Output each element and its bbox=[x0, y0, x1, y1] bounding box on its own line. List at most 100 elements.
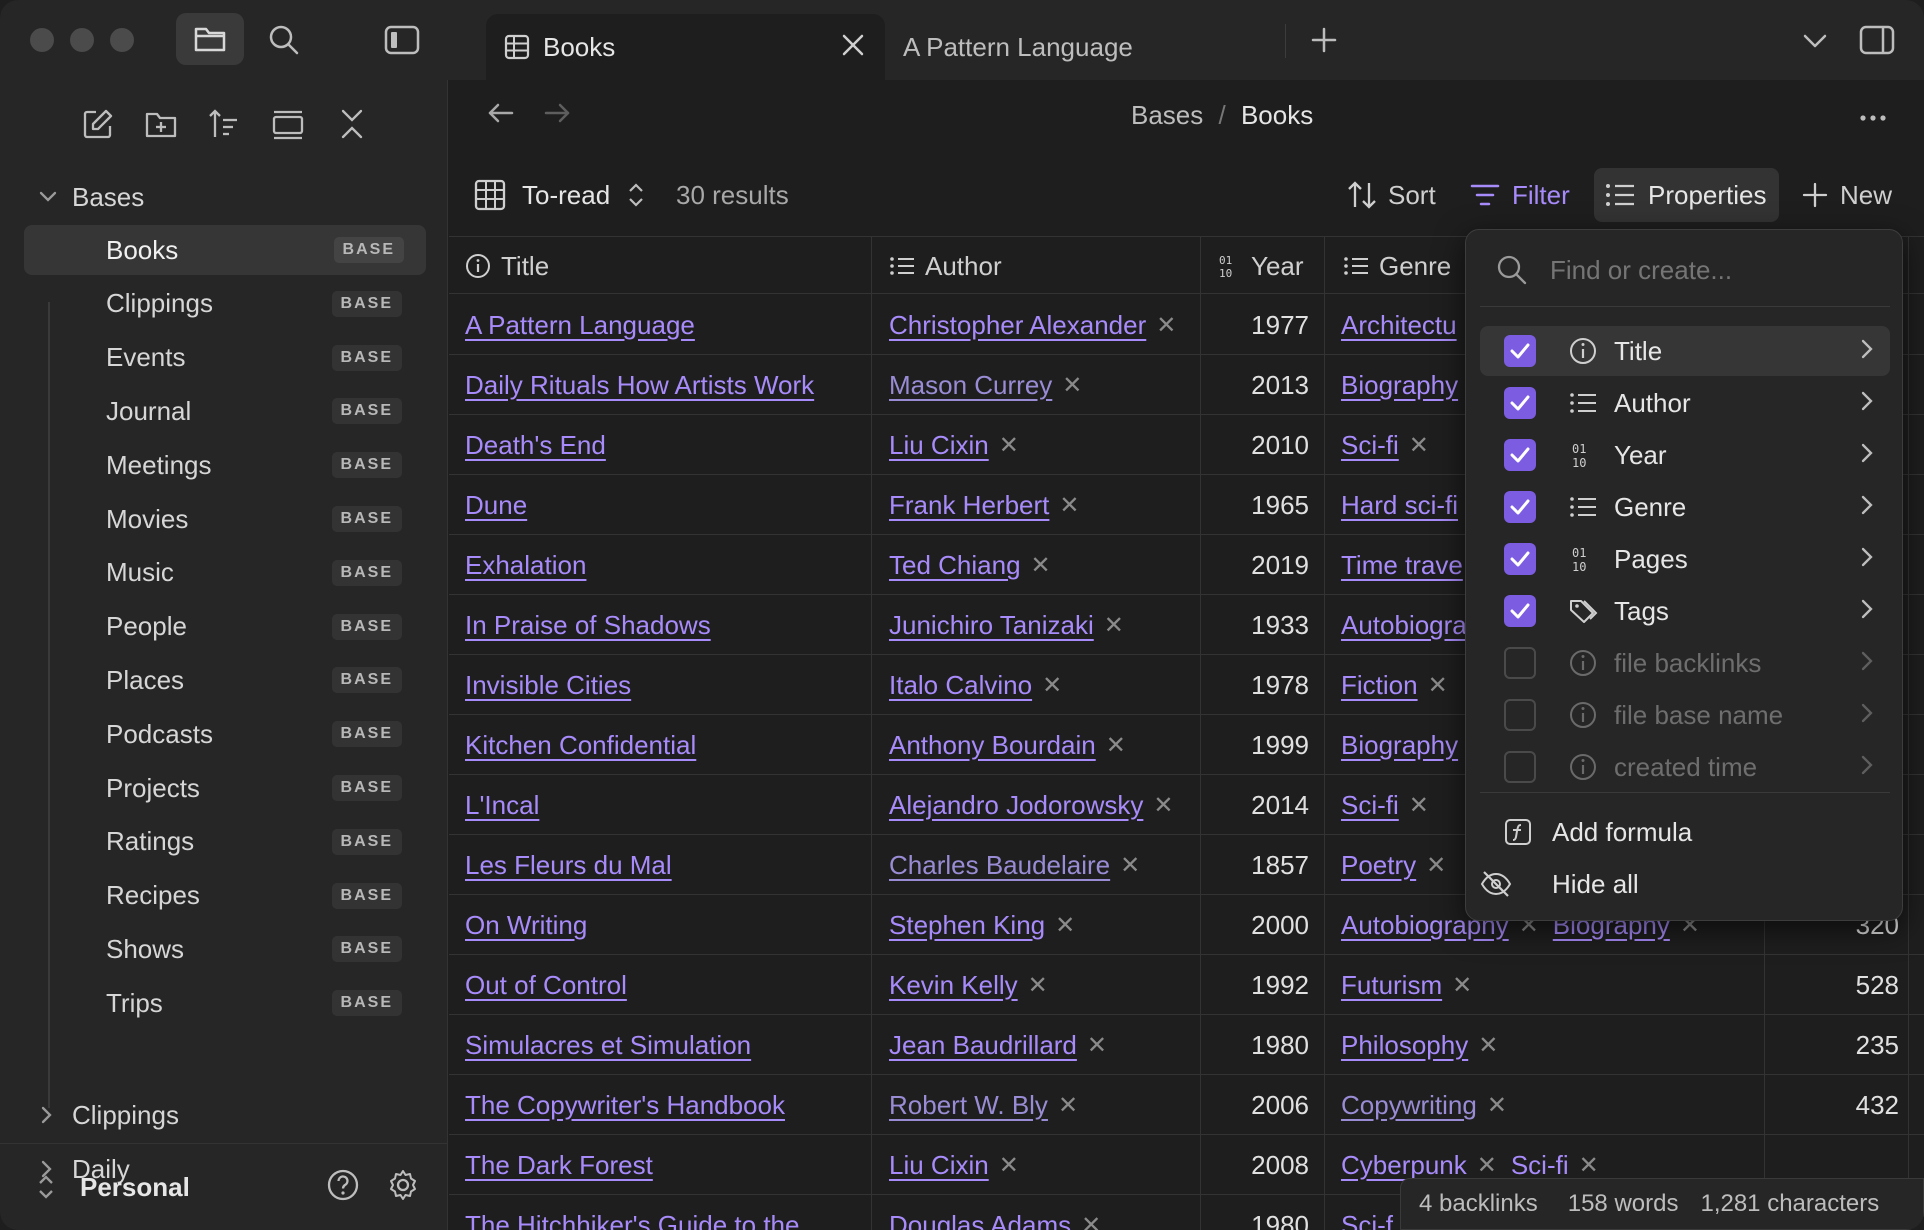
filter-button[interactable]: Filter bbox=[1470, 170, 1570, 220]
tab-a-pattern-language[interactable]: A Pattern Language bbox=[886, 14, 1286, 80]
column-author[interactable]: Author bbox=[889, 237, 1002, 295]
title-link[interactable]: The Copywriter's Handbook bbox=[465, 1090, 785, 1121]
settings-button[interactable] bbox=[386, 1168, 420, 1209]
toggle-right-sidebar-button[interactable] bbox=[1858, 22, 1896, 58]
chevron-right-icon[interactable] bbox=[1860, 596, 1874, 627]
title-link[interactable]: L'Incal bbox=[465, 790, 539, 821]
property-file-backlinks[interactable]: file backlinks bbox=[1480, 638, 1890, 688]
minimize-window-button[interactable] bbox=[70, 28, 94, 52]
author-link[interactable]: Jean Baudrillard bbox=[889, 1030, 1077, 1061]
author-link[interactable]: Ted Chiang bbox=[889, 550, 1021, 581]
sidebar-item-meetings[interactable]: Meetings BASE bbox=[0, 440, 448, 490]
author-link[interactable]: Christopher Alexander bbox=[889, 310, 1146, 341]
folder-bases[interactable]: Bases bbox=[0, 172, 448, 222]
author-link[interactable]: Liu Cixin bbox=[889, 1150, 989, 1181]
title-link[interactable]: Invisible Cities bbox=[465, 670, 631, 701]
close-window-button[interactable] bbox=[30, 28, 54, 52]
sort-button[interactable]: Sort bbox=[1346, 170, 1436, 220]
title-link[interactable]: In Praise of Shadows bbox=[465, 610, 711, 641]
property-checkbox[interactable] bbox=[1504, 751, 1536, 783]
genre-link[interactable]: Copywriting bbox=[1341, 1090, 1477, 1121]
title-link[interactable]: The Hitchhiker's Guide to the bbox=[465, 1210, 799, 1230]
property-checkbox[interactable] bbox=[1504, 387, 1536, 419]
add-formula-button[interactable]: Add formula bbox=[1480, 807, 1890, 857]
author-link[interactable]: Douglas Adams bbox=[889, 1210, 1071, 1230]
author-link[interactable]: Liu Cixin bbox=[889, 430, 989, 461]
remove-value-icon[interactable]: ✕ bbox=[1081, 1211, 1101, 1230]
sidebar-item-podcasts[interactable]: Podcasts BASE bbox=[0, 709, 448, 759]
author-link[interactable]: Anthony Bourdain bbox=[889, 730, 1096, 761]
genre-link[interactable]: Architectu bbox=[1341, 310, 1457, 341]
sidebar-item-trips[interactable]: Trips BASE bbox=[0, 978, 448, 1028]
tab-books[interactable]: Books bbox=[486, 14, 885, 80]
genre-link[interactable]: Biography bbox=[1341, 370, 1458, 401]
property-checkbox[interactable] bbox=[1504, 699, 1536, 731]
new-folder-button[interactable] bbox=[141, 104, 181, 144]
author-link[interactable]: Kevin Kelly bbox=[889, 970, 1018, 1001]
toggle-sidebar-button[interactable] bbox=[384, 22, 420, 58]
title-link[interactable]: Kitchen Confidential bbox=[465, 730, 696, 761]
property-author[interactable]: Author bbox=[1480, 378, 1890, 428]
auto-reveal-button[interactable] bbox=[268, 104, 308, 144]
remove-value-icon[interactable]: ✕ bbox=[1104, 611, 1124, 640]
breadcrumb-current[interactable]: Books bbox=[1241, 100, 1313, 130]
close-tab-button[interactable] bbox=[840, 32, 866, 65]
property-created-time[interactable]: created time bbox=[1480, 742, 1890, 792]
chevron-right-icon[interactable] bbox=[1860, 492, 1874, 523]
remove-value-icon[interactable]: ✕ bbox=[1031, 551, 1051, 580]
property-checkbox[interactable] bbox=[1504, 647, 1536, 679]
tab-list-button[interactable] bbox=[1800, 26, 1830, 56]
remove-value-icon[interactable]: ✕ bbox=[1106, 731, 1126, 760]
author-link[interactable]: Charles Baudelaire bbox=[889, 850, 1110, 881]
remove-value-icon[interactable]: ✕ bbox=[1579, 1151, 1599, 1180]
property-tags[interactable]: Tags bbox=[1480, 586, 1890, 636]
vault-switcher[interactable] bbox=[36, 1172, 56, 1209]
genre-link[interactable]: Hard sci-fi bbox=[1341, 490, 1458, 521]
remove-value-icon[interactable]: ✕ bbox=[1059, 491, 1079, 520]
properties-button[interactable]: Properties bbox=[1594, 168, 1779, 222]
remove-value-icon[interactable]: ✕ bbox=[1426, 851, 1446, 880]
title-link[interactable]: Daily Rituals How Artists Work bbox=[465, 370, 814, 401]
genre-link[interactable]: Sci-fi bbox=[1341, 790, 1399, 821]
sidebar-item-shows[interactable]: Shows BASE bbox=[0, 924, 448, 974]
chevron-right-icon[interactable] bbox=[1860, 752, 1874, 783]
column-title[interactable]: Title bbox=[465, 237, 549, 295]
new-tab-button[interactable] bbox=[1308, 24, 1340, 56]
help-button[interactable] bbox=[326, 1168, 360, 1209]
author-link[interactable]: Frank Herbert bbox=[889, 490, 1049, 521]
sidebar-item-journal[interactable]: Journal BASE bbox=[0, 386, 448, 436]
sort-order-button[interactable] bbox=[204, 104, 244, 144]
remove-value-icon[interactable]: ✕ bbox=[1428, 671, 1448, 700]
title-link[interactable]: Dune bbox=[465, 490, 527, 521]
author-link[interactable]: Italo Calvino bbox=[889, 670, 1032, 701]
remove-value-icon[interactable]: ✕ bbox=[1087, 1031, 1107, 1060]
property-genre[interactable]: Genre bbox=[1480, 482, 1890, 532]
remove-value-icon[interactable]: ✕ bbox=[1409, 791, 1429, 820]
chevron-right-icon[interactable] bbox=[1860, 700, 1874, 731]
column-genre[interactable]: Genre bbox=[1343, 237, 1451, 295]
genre-link[interactable]: Futurism bbox=[1341, 970, 1442, 1001]
chevron-right-icon[interactable] bbox=[1860, 336, 1874, 367]
author-link[interactable]: Junichiro Tanizaki bbox=[889, 610, 1094, 641]
author-link[interactable]: Mason Currey bbox=[889, 370, 1052, 401]
remove-value-icon[interactable]: ✕ bbox=[1153, 791, 1173, 820]
chevron-right-icon[interactable] bbox=[1860, 388, 1874, 419]
title-link[interactable]: A Pattern Language bbox=[465, 310, 695, 341]
genre-link[interactable]: Autobiogra bbox=[1341, 610, 1467, 641]
search-button[interactable] bbox=[266, 22, 302, 58]
remove-value-icon[interactable]: ✕ bbox=[1487, 1091, 1507, 1120]
chevron-right-icon[interactable] bbox=[1860, 544, 1874, 575]
back-button[interactable] bbox=[486, 98, 516, 135]
genre-link[interactable]: Poetry bbox=[1341, 850, 1416, 881]
property-search-input[interactable] bbox=[1550, 248, 1880, 292]
genre-link[interactable]: Time trave bbox=[1341, 550, 1463, 581]
sidebar-item-movies[interactable]: Movies BASE bbox=[0, 494, 448, 544]
new-button[interactable]: New bbox=[1802, 170, 1892, 220]
backlinks-count[interactable]: 4 backlinks bbox=[1419, 1190, 1538, 1218]
sidebar-item-recipes[interactable]: Recipes BASE bbox=[0, 871, 448, 921]
property-checkbox[interactable] bbox=[1504, 439, 1536, 471]
title-link[interactable]: Death's End bbox=[465, 430, 606, 461]
sidebar-item-ratings[interactable]: Ratings BASE bbox=[0, 817, 448, 867]
genre-link[interactable]: Sci-f bbox=[1341, 1210, 1393, 1230]
remove-value-icon[interactable]: ✕ bbox=[1120, 851, 1140, 880]
